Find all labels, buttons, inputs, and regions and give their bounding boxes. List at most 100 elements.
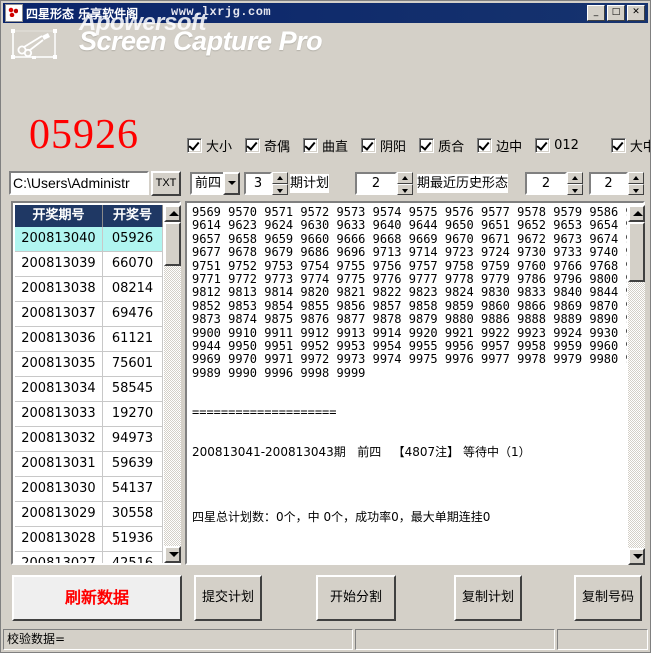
table-row[interactable]: 200813031 59639 [15,452,163,477]
table-row[interactable]: 200813029 30558 [15,502,163,527]
table-row[interactable]: 200813035 75601 [15,352,163,377]
cell-number: 66070 [103,252,163,276]
chevron-down-icon[interactable] [223,172,240,195]
output-divider: ==================== [192,405,337,420]
plan-count-spin-buttons[interactable] [272,172,288,195]
output-blank-line [192,472,627,485]
history-count-value[interactable]: 2 [355,172,397,195]
mode-dropdown-value: 前四 [190,172,223,195]
history-count-stepper[interactable]: 2 [355,172,415,195]
scroll-up-icon[interactable] [164,205,181,222]
close-button[interactable]: ✕ [627,5,645,21]
output-blank-line [192,459,627,472]
filter-label: 边中 [496,139,523,155]
table-row[interactable]: 200813032 94973 [15,427,163,452]
grid-header-row: 开奖期号 开奖号 [15,205,163,227]
cell-period: 200813033 [15,402,103,426]
cell-period: 200813037 [15,302,103,326]
extra-stepper-two-value[interactable]: 2 [589,172,628,195]
table-row[interactable]: 200813039 66070 [15,252,163,277]
start-split-button[interactable]: 开始分割 [316,575,396,621]
scrollbar-thumb[interactable] [628,222,645,282]
table-row[interactable]: 200813034 58545 [15,377,163,402]
filter-checkbox-daxiao[interactable]: 大小 [187,136,232,155]
spinner-down-icon[interactable] [272,183,288,195]
extra-stepper-one-value[interactable]: 2 [525,172,567,195]
extra-stepper-one[interactable]: 2 [525,172,585,195]
cell-number: 08214 [103,277,163,301]
spinner-down-icon[interactable] [628,183,644,195]
table-row[interactable]: 200813036 61121 [15,327,163,352]
scroll-down-icon[interactable] [164,546,181,563]
spinner-up-icon[interactable] [272,172,288,184]
cell-number: 42516 [103,552,163,563]
spinner-down-icon[interactable] [567,183,583,195]
output-number-line: 9969 9970 9971 9972 9973 9974 9975 9976 … [192,352,627,367]
status-end-panel [557,629,648,650]
table-row[interactable]: 20081302742516 [15,552,163,563]
plan-output-content[interactable]: 9569 9570 9571 9572 9573 9574 9575 9576 … [189,205,627,565]
filter-checkbox-quzhi[interactable]: 曲直 [303,136,348,155]
grid-vertical-scrollbar[interactable] [164,205,181,563]
scroll-up-icon[interactable] [628,205,645,222]
output-number-line: 9873 9874 9875 9876 9877 9878 9879 9880 … [192,312,627,327]
file-path-input[interactable]: C:\Users\Administr [9,171,149,195]
copy-plan-button[interactable]: 复制计划 [454,575,522,621]
plan-count-value[interactable]: 3 [244,172,272,195]
filter-label: 曲直 [322,139,349,155]
output-number-line: 9614 9623 9624 9630 9633 9640 9644 9650 … [192,218,627,233]
table-row[interactable]: 200813037 69476 [15,302,163,327]
filter-checkbox-dazhongxiao[interactable]: 大中小 [610,136,650,155]
cell-period: 200813038 [15,277,103,301]
output-number-line: 9677 9678 9679 9686 9696 9713 9714 9723 … [192,245,627,260]
checkmark-icon [245,137,261,153]
scroll-down-icon[interactable] [628,548,645,565]
filter-checkbox-012[interactable]: 012 [535,137,579,153]
window-title: 四星形态 乐享软件阁 [26,6,139,21]
spinner-up-icon[interactable] [567,172,583,184]
table-row[interactable]: 200813030 54137 [15,477,163,502]
cell-number: 61121 [103,327,163,351]
cell-number: 54137 [103,477,163,501]
extra-one-spin-buttons[interactable] [567,172,583,195]
table-row[interactable]: 200813028 51936 [15,527,163,552]
cell-period: 200813030 [15,477,103,501]
output-blank-line [192,433,627,446]
extra-stepper-two[interactable]: 2 [589,172,646,195]
minimize-button[interactable]: _ [587,5,605,21]
scrollbar-thumb[interactable] [164,222,181,266]
output-plan-status: 200813041-200813043期 前四 【4807注】 等待中（1） [192,444,531,459]
draw-history-grid-body[interactable]: 开奖期号 开奖号 200813040 05926 200813039 66070 200… [15,205,163,563]
table-row[interactable]: 200813040 05926 [15,227,163,252]
plan-count-stepper[interactable]: 3 [244,172,288,195]
txt-export-button[interactable]: TXT [151,171,181,196]
cell-number: 51936 [103,527,163,551]
cell-period: 200813036 [15,327,103,351]
submit-plan-button[interactable]: 提交计划 [194,575,262,621]
refresh-data-button[interactable]: 刷新数据 [12,575,182,621]
plan-output-textarea[interactable]: 9569 9570 9571 9572 9573 9574 9575 9576 … [185,201,645,565]
extra-two-spin-buttons[interactable] [628,172,644,195]
filter-checkbox-bianzhong[interactable]: 边中 [477,136,522,155]
output-vertical-scrollbar[interactable] [628,205,645,565]
filter-checkbox-row: 大小 奇偶 曲直 阴阳 质合 边中 012 大中小 [187,135,650,155]
filter-checkbox-jiou[interactable]: 奇偶 [245,136,290,155]
mode-dropdown[interactable]: 前四 [190,172,240,195]
maximize-button[interactable]: □ [607,5,625,21]
output-blank-line [192,485,627,498]
spinner-up-icon[interactable] [397,172,413,184]
grid-rows-container: 200813040 05926 200813039 66070 200813038 082… [15,227,163,563]
filter-checkbox-zhihe[interactable]: 质合 [419,136,464,155]
cell-number: 59639 [103,452,163,476]
history-count-spin-buttons[interactable] [397,172,413,195]
copy-numbers-button[interactable]: 复制号码 [574,575,642,621]
spinner-up-icon[interactable] [628,172,644,184]
title-bar: 四星形态 乐享软件阁 _ □ ✕ [3,3,648,23]
filter-checkbox-yinyang[interactable]: 阴阳 [361,136,406,155]
table-row[interactable]: 200813033 19270 [15,402,163,427]
checkmark-icon [361,137,377,153]
spinner-down-icon[interactable] [397,183,413,195]
table-row[interactable]: 200813038 08214 [15,277,163,302]
cell-number: 58545 [103,377,163,401]
cell-number: 75601 [103,352,163,376]
